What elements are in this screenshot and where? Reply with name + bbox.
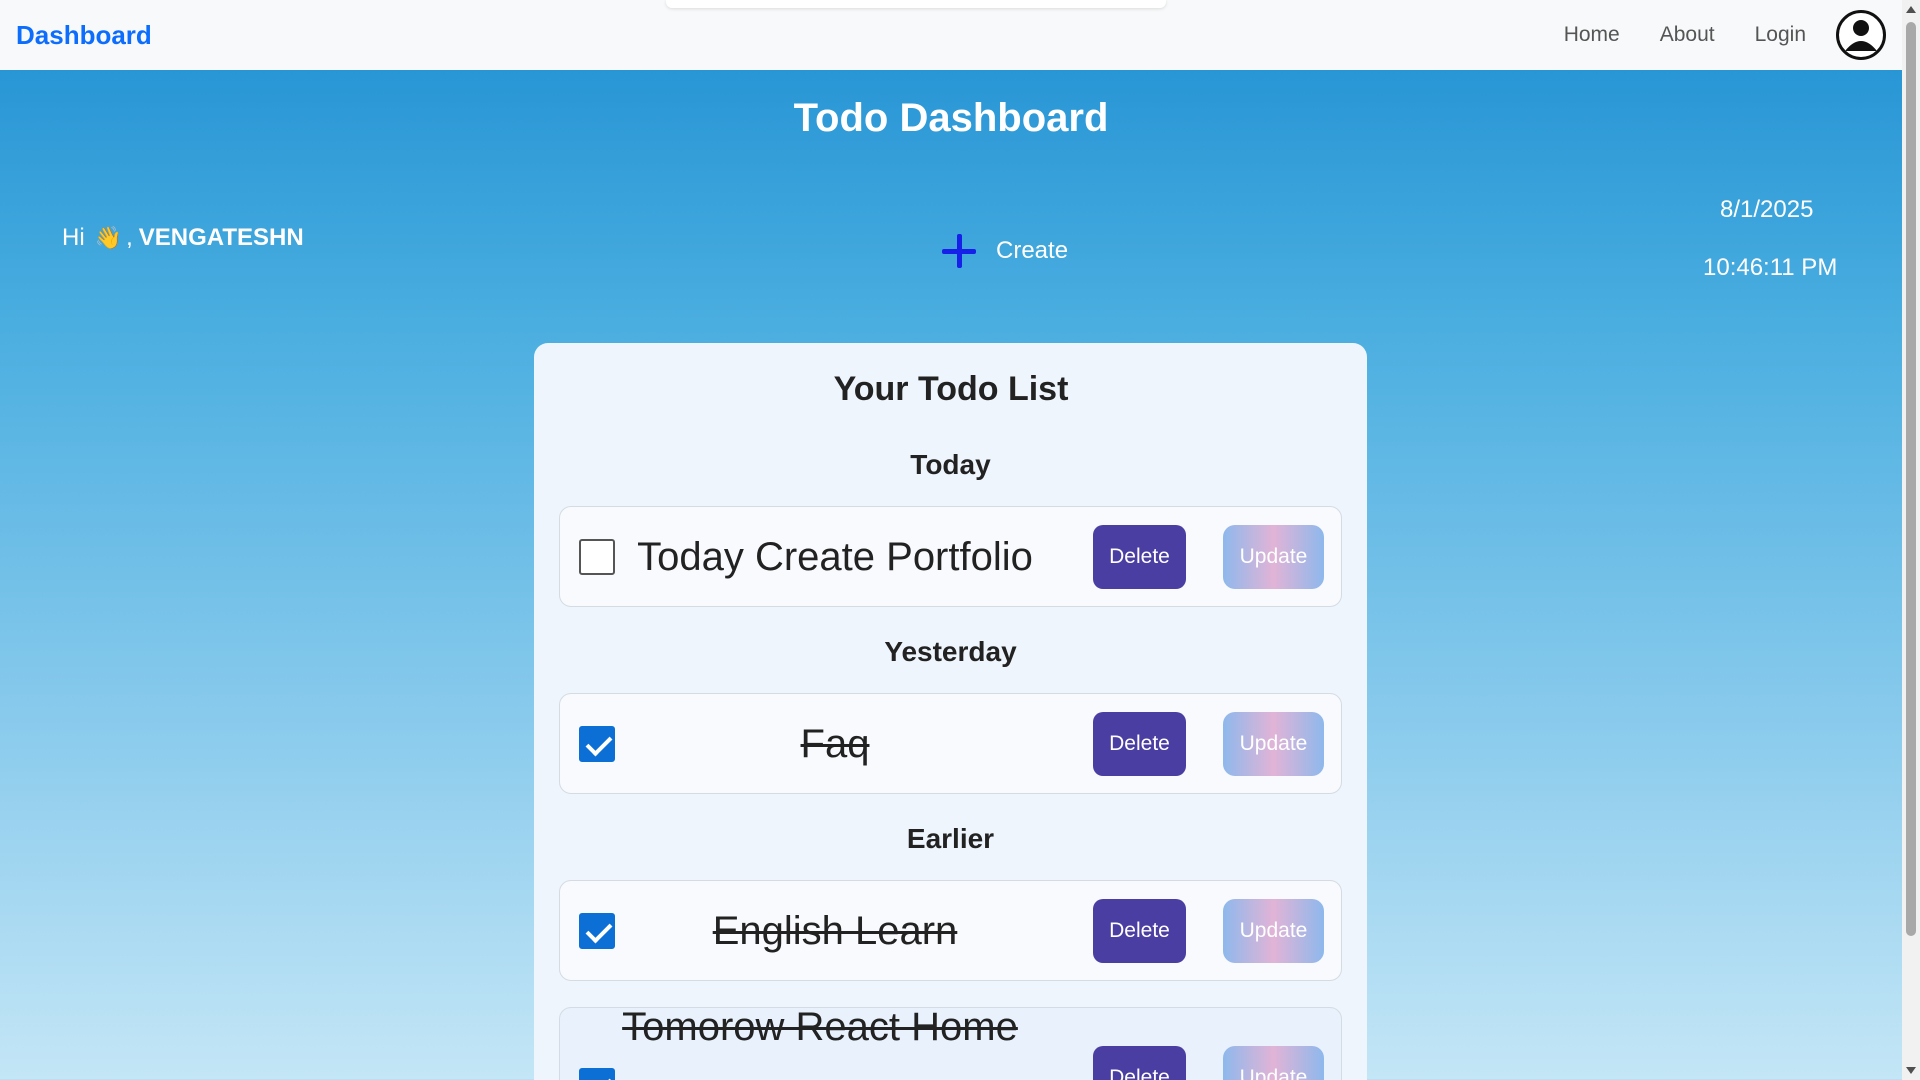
todo-item: Faq Delete Update	[559, 693, 1342, 794]
create-label[interactable]: Create	[996, 237, 1068, 265]
create-button[interactable]: Create	[940, 232, 1068, 270]
update-button[interactable]: Update	[1223, 899, 1324, 963]
todo-item: English Learn Delete Update	[559, 880, 1342, 981]
delete-button[interactable]: Delete	[1093, 1046, 1186, 1080]
scroll-thumb[interactable]	[1906, 22, 1916, 936]
todo-item: Tomorow React Home Delete Update	[559, 1005, 1342, 1080]
delete-button[interactable]: Delete	[1093, 525, 1186, 589]
username: VENGATESHN	[138, 224, 304, 251]
update-button[interactable]: Update	[1223, 1046, 1324, 1080]
update-button[interactable]: Update	[1223, 525, 1324, 589]
todo-checkbox[interactable]	[579, 1068, 615, 1080]
section-label-yesterday: Yesterday	[884, 636, 1017, 667]
todo-checkbox[interactable]	[579, 539, 615, 575]
update-button[interactable]: Update	[1223, 712, 1324, 776]
plus-icon[interactable]	[940, 232, 978, 270]
delete-button[interactable]: Delete	[1093, 899, 1186, 963]
todo-list-title: Your Todo List	[833, 370, 1069, 408]
scrollbar[interactable]	[1902, 0, 1920, 1080]
top-search-bar[interactable]	[666, 0, 1166, 8]
nav-about-link[interactable]: About	[1660, 23, 1715, 47]
todo-checkbox[interactable]	[579, 726, 615, 762]
nav-home-link[interactable]: Home	[1564, 23, 1620, 47]
todo-text: Tomorow React Home	[622, 1005, 1018, 1049]
greeting-comma: ,	[126, 224, 133, 251]
brand-link[interactable]: Dashboard	[16, 20, 152, 51]
todo-item: Today Create Portfolio Delete Update	[559, 506, 1342, 607]
waving-hand-icon: 👋	[94, 225, 123, 250]
delete-button[interactable]: Delete	[1093, 712, 1186, 776]
navbar: Dashboard Home About Login	[0, 0, 1902, 70]
greeting: Hi 👋 , VENGATESHN	[62, 224, 304, 252]
section-label-earlier: Earlier	[906, 823, 995, 854]
nav-links: Home About Login	[1524, 10, 1886, 60]
todo-text: Today Create Portfolio	[637, 535, 1033, 579]
current-time: 10:46:11 PM	[1703, 254, 1838, 281]
todo-text: Faq	[800, 722, 870, 766]
scroll-down-icon[interactable]	[1906, 1067, 1916, 1074]
greeting-prefix: Hi	[62, 224, 85, 251]
user-circle-icon[interactable]	[1836, 10, 1886, 60]
nav-login-link[interactable]: Login	[1755, 23, 1806, 47]
scroll-up-icon[interactable]	[1906, 6, 1916, 13]
current-date: 8/1/2025	[1720, 196, 1814, 223]
section-label-today: Today	[910, 449, 991, 480]
page-title: Todo Dashboard	[793, 96, 1109, 140]
todo-text: English Learn	[712, 909, 958, 953]
todo-checkbox[interactable]	[579, 913, 615, 949]
